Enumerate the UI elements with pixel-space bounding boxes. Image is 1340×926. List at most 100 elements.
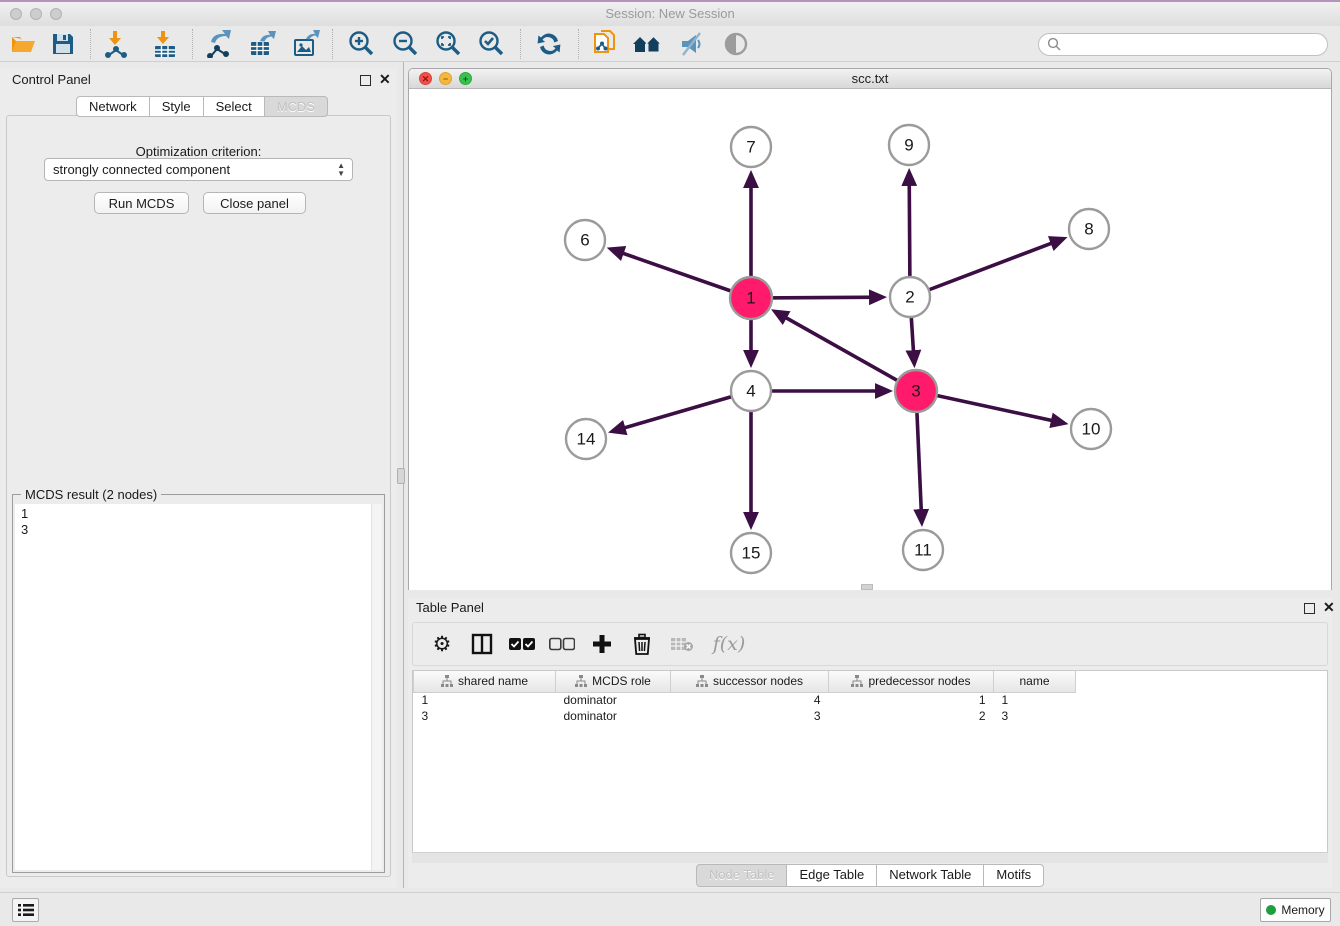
hierarchy-icon [441, 675, 453, 687]
tab-network-table[interactable]: Network Table [877, 864, 984, 887]
home-button[interactable] [632, 30, 662, 58]
open-file-button[interactable] [8, 30, 38, 58]
clone-network-button[interactable] [590, 30, 620, 58]
export-table-icon [248, 30, 276, 58]
hierarchy-icon [696, 675, 708, 687]
export-image-button[interactable] [291, 30, 321, 58]
eye-icon [722, 30, 750, 58]
minimize-network-button[interactable]: − [439, 72, 452, 85]
column-header-shared-name[interactable]: shared name [414, 671, 556, 692]
graph-node-label-6: 6 [580, 231, 589, 250]
show-columns-button[interactable] [469, 631, 495, 657]
hide-selected-button[interactable] [676, 30, 706, 58]
table-row[interactable]: 1dominator411 [414, 692, 1076, 708]
zoom-fit-button[interactable] [433, 30, 463, 58]
export-table-button[interactable] [247, 30, 277, 58]
criterion-value: strongly connected component [53, 162, 230, 177]
tab-mcds[interactable]: MCDS [265, 96, 328, 117]
trash-icon [632, 633, 652, 655]
tab-edge-table[interactable]: Edge Table [787, 864, 877, 887]
table-row[interactable]: 3dominator323 [414, 708, 1076, 724]
close-panel-icon[interactable]: ✕ [379, 73, 391, 85]
zoom-out-button[interactable] [390, 30, 420, 58]
optimization-criterion-label: Optimization criterion: [0, 144, 397, 159]
zoom-selected-button[interactable] [476, 30, 506, 58]
hierarchy-icon [851, 675, 863, 687]
graph-node-label-1: 1 [746, 289, 755, 308]
table-panel: Table Panel ✕ ⚙ f(x) shared name MCDS ro… [408, 598, 1332, 888]
search-input[interactable] [1062, 38, 1327, 52]
hierarchy-icon [575, 675, 587, 687]
export-network-button[interactable] [204, 30, 234, 58]
delete-table-button[interactable] [669, 631, 695, 657]
result-scrollbar[interactable] [371, 504, 382, 870]
table-tabs: Node Table Edge Table Network Table Moti… [408, 864, 1332, 887]
network-window-title: scc.txt [409, 69, 1331, 89]
graph-edge-2-8[interactable] [910, 239, 1063, 297]
refresh-button[interactable] [534, 30, 564, 58]
delete-table-icon [670, 636, 694, 652]
column-header-predecessor-nodes[interactable]: predecessor nodes [829, 671, 994, 692]
select-all-button[interactable] [509, 631, 535, 657]
tab-node-table[interactable]: Node Table [696, 864, 788, 887]
save-session-button[interactable] [48, 30, 78, 58]
unselect-all-button[interactable] [549, 631, 575, 657]
tab-network[interactable]: Network [76, 96, 150, 117]
run-mcds-button[interactable]: Run MCDS [94, 192, 189, 214]
network-view-window: ✕ − + scc.txt 1234678910111415 [408, 68, 1332, 590]
table-footer-strip [412, 852, 1328, 863]
minimize-window-button[interactable] [30, 8, 42, 20]
network-graph[interactable]: 1234678910111415 [409, 89, 1331, 590]
open-folder-icon [10, 31, 36, 57]
graph-edge-4-14[interactable] [613, 391, 751, 431]
show-hidden-button[interactable] [721, 30, 751, 58]
column-header-mcds-role[interactable]: MCDS role [556, 671, 671, 692]
zoom-fit-icon [434, 30, 462, 58]
network-window-titlebar[interactable]: ✕ − + scc.txt [409, 69, 1331, 89]
column-header-name[interactable]: name [994, 671, 1076, 692]
import-network-button[interactable] [102, 30, 132, 58]
toolbar-separator [520, 29, 521, 59]
graph-node-label-11: 11 [914, 541, 932, 560]
toolbar-separator [192, 29, 193, 59]
network-canvas[interactable]: 1234678910111415 [409, 89, 1331, 590]
panel-divider-handle[interactable] [397, 468, 405, 484]
app-title: Session: New Session [0, 2, 1340, 26]
float-table-panel-icon[interactable] [1304, 603, 1315, 614]
zoom-network-button[interactable]: + [459, 72, 472, 85]
toolbar-separator [332, 29, 333, 59]
import-table-button[interactable] [150, 30, 180, 58]
refresh-icon [535, 30, 563, 58]
result-line: 1 [21, 506, 376, 522]
close-network-button[interactable]: ✕ [419, 72, 432, 85]
select-all-icon [509, 637, 535, 651]
add-row-button[interactable] [589, 631, 615, 657]
zoom-window-button[interactable] [50, 8, 62, 20]
unselect-all-icon [549, 637, 575, 651]
graph-edge-3-1[interactable] [775, 312, 916, 391]
float-panel-icon[interactable] [360, 75, 371, 86]
function-builder-button[interactable]: f(x) [709, 631, 749, 657]
zoom-in-icon [347, 30, 375, 58]
canvas-resize-handle[interactable] [861, 584, 873, 590]
close-window-button[interactable] [10, 8, 22, 20]
criterion-select[interactable]: strongly connected component ▲▼ [44, 158, 353, 181]
memory-button[interactable]: Memory [1260, 898, 1331, 922]
zoom-in-button[interactable] [346, 30, 376, 58]
close-table-panel-icon[interactable]: ✕ [1323, 601, 1335, 613]
tab-motifs[interactable]: Motifs [984, 864, 1044, 887]
graph-node-label-7: 7 [746, 138, 755, 157]
graph-edge-3-10[interactable] [916, 391, 1064, 423]
mcds-result-text[interactable]: 1 3 [15, 504, 382, 870]
task-history-button[interactable] [12, 898, 39, 922]
delete-row-button[interactable] [629, 631, 655, 657]
graph-node-label-15: 15 [742, 544, 761, 563]
plus-icon [592, 634, 612, 654]
close-panel-button[interactable]: Close panel [203, 192, 306, 214]
memory-status-icon [1266, 905, 1276, 915]
tab-select[interactable]: Select [204, 96, 265, 117]
column-header-successor-nodes[interactable]: successor nodes [671, 671, 829, 692]
tab-style[interactable]: Style [150, 96, 204, 117]
table-settings-button[interactable]: ⚙ [429, 631, 455, 657]
zoom-out-icon [391, 30, 419, 58]
